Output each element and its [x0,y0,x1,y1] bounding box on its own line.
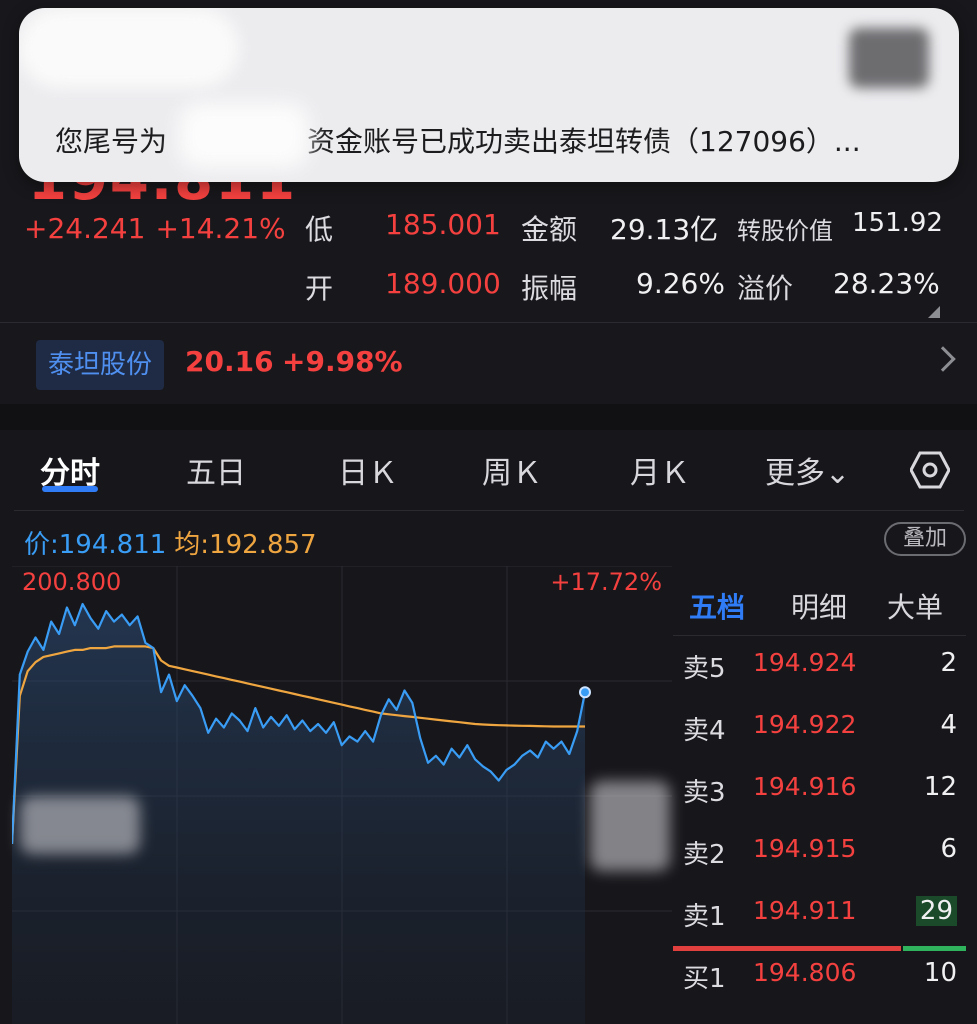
order-book: 五档 明细 大单 卖5 194.924 2 卖4 194.922 4 卖3 194.916… [673,566,966,1024]
sell-ratio [673,946,901,951]
premium-label: 溢价 [737,272,794,305]
intraday-chart[interactable]: 200.800 +17.72% [12,566,672,1024]
price-value: 194.811 [58,530,167,560]
order-volume: 4 [940,710,957,740]
low-label: 低 [305,213,334,246]
order-price: 194.806 [753,958,857,987]
order-book-row: 卖5 194.924 2 [683,648,963,688]
order-book-row: 卖3 194.916 12 [683,772,963,812]
order-price: 194.915 [753,834,857,863]
chart-top-price-label: 200.800 [22,568,122,596]
order-price: 194.924 [753,648,857,677]
order-book-row: 卖1 194.911 29 [683,896,963,936]
price-change-pct: +14.21% [155,212,286,245]
order-side: 卖1 [683,902,726,932]
order-price: 194.922 [753,710,857,739]
order-side: 买1 [683,964,726,994]
tab-monthly-k[interactable]: 月Ｋ [630,448,690,492]
redacted-area [590,781,670,871]
settings-icon[interactable] [910,450,950,490]
tab-daily-k[interactable]: 日Ｋ [338,448,398,492]
order-book-tabs: 五档 明细 大单 [673,566,966,636]
order-side: 卖3 [683,778,726,808]
avg-value: 192.857 [209,530,317,560]
order-side: 卖2 [683,840,726,870]
overlay-button[interactable]: 叠加 [884,522,966,556]
redacted-area [179,103,309,168]
order-book-row: 买1 194.806 10 [683,958,963,998]
buy-ratio [903,946,966,951]
conversion-value: 151.92 [852,208,943,238]
divider [0,322,977,323]
order-book-row: 卖2 194.915 6 [683,834,963,874]
redacted-area [19,8,239,88]
amplitude-value: 9.26% [636,267,725,300]
active-tab-indicator [42,486,98,492]
chart-price-info: 价:194.811 均:192.857 [24,524,317,561]
amount-value: 29.13亿 [610,213,719,246]
order-volume: 29 [915,896,957,926]
open-value: 189.000 [385,267,501,300]
notification-banner[interactable]: 您尾号为 资金账号已成功卖出泰坦转债（127096）... [19,8,959,182]
order-book-row: 卖4 194.922 4 [683,710,963,750]
underlying-stock-change: +9.98% [282,345,403,378]
divider [14,510,964,511]
order-side: 卖4 [683,716,726,746]
premium-value: 28.23% [833,267,940,300]
conversion-value-label: 转股价值 [737,217,833,245]
underlying-stock-tag[interactable]: 泰坦股份 [36,340,165,390]
order-volume: 10 [923,958,957,988]
order-volume: 6 [940,834,957,864]
redacted-area [849,28,929,88]
low-value: 185.001 [385,208,501,241]
tab-large-orders[interactable]: 大单 [887,586,943,626]
price-change-row: +24.241 +14.21% [24,212,286,245]
underlying-stock-price: 20.16 [185,345,274,378]
order-volume: 12 [923,772,957,802]
redacted-area [20,796,140,854]
order-side: 卖5 [683,654,726,684]
buy-sell-ratio-bar [673,946,966,951]
price-label: 价: [24,530,59,560]
tab-five-day[interactable]: 五日 [186,448,246,492]
expand-corner-icon[interactable] [928,306,940,318]
tab-details[interactable]: 明细 [791,586,847,626]
chart-section: 分时 五日 日Ｋ 周Ｋ 月Ｋ 更多⌄ 价:194.811 均:192.857 叠加… [0,430,977,1024]
amount-label: 金额 [521,213,578,246]
price-change: +24.241 [24,212,146,245]
order-price: 194.911 [753,896,857,925]
order-price: 194.916 [753,772,857,801]
current-price-dot [579,686,591,699]
notification-text: 您尾号为 资金账号已成功卖出泰坦转债（127096）... [55,125,861,158]
chart-top-pct-label: +17.72% [550,568,662,596]
tab-five-levels[interactable]: 五档 [689,586,745,626]
amplitude-label: 振幅 [521,272,578,305]
tab-weekly-k[interactable]: 周Ｋ [482,448,542,492]
order-volume: 2 [940,648,957,678]
chart-canvas [12,566,672,1024]
open-label: 开 [305,272,334,305]
tab-more[interactable]: 更多⌄ [765,448,850,492]
period-tab-bar: 分时 五日 日Ｋ 周Ｋ 月Ｋ 更多⌄ [0,430,977,512]
avg-label: 均: [174,530,210,560]
chevron-right-icon[interactable] [930,346,956,372]
